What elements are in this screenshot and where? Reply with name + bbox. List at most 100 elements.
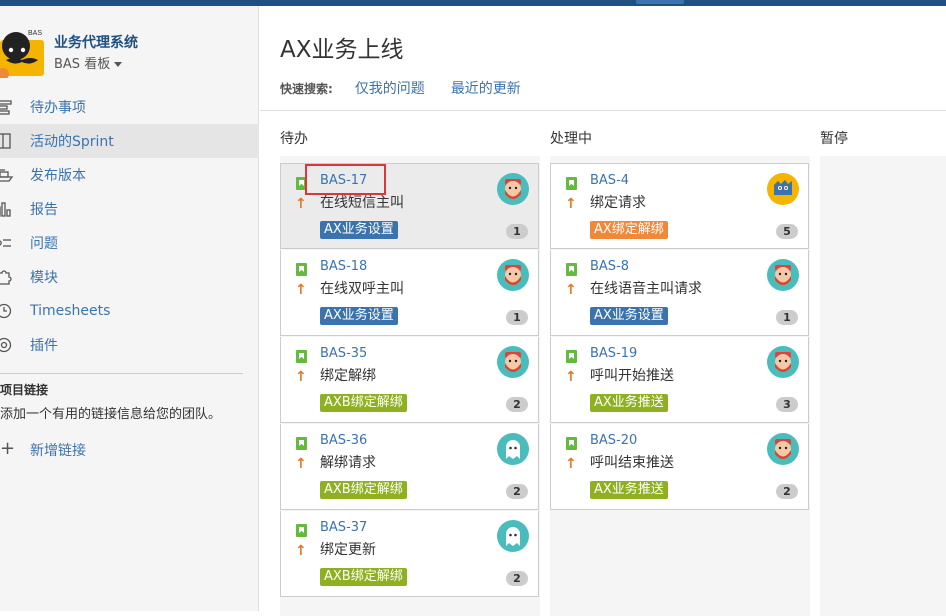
estimate-badge: 1 xyxy=(776,310,798,325)
highlight-box xyxy=(305,164,386,195)
estimate-badge: 2 xyxy=(506,571,528,586)
project-sidebar: BAS 业务代理系统 BAS 看板 待办事项 活动的Sprint 发布版本 报告… xyxy=(0,6,259,611)
story-type-icon xyxy=(566,177,577,190)
issue-card[interactable]: ↑ BAS-37 绑定更新 AXB绑定解绑 2 xyxy=(280,511,539,597)
issue-key[interactable]: BAS-8 xyxy=(590,259,629,274)
sidebar-item-timesheets[interactable]: Timesheets xyxy=(0,294,259,328)
project-name[interactable]: 业务代理系统 xyxy=(54,32,138,52)
sidebar-item-addons[interactable]: 插件 xyxy=(0,328,259,362)
issue-key[interactable]: BAS-35 xyxy=(320,346,367,361)
board-switcher[interactable]: BAS 看板 xyxy=(54,53,123,72)
assignee-avatar[interactable] xyxy=(767,173,799,205)
epic-label[interactable]: AX业务设置 xyxy=(320,307,398,325)
epic-label[interactable]: AXB绑定解绑 xyxy=(320,568,407,586)
issue-card[interactable]: ↑ BAS-19 呼叫开始推送 AX业务推送 3 xyxy=(550,337,809,423)
quick-filter-recently-updated[interactable]: 最近的更新 xyxy=(451,78,521,98)
priority-major-icon: ↑ xyxy=(295,196,307,212)
issue-card[interactable]: ↑ BAS-17 在线短信主叫 AX业务设置 1 xyxy=(280,163,539,249)
plus-icon: + xyxy=(0,438,16,459)
issue-card[interactable]: ↑ BAS-4 绑定请求 AX绑定解绑 5 xyxy=(550,163,809,249)
issue-card[interactable]: ↑ BAS-20 呼叫结束推送 AX业务推送 2 xyxy=(550,424,809,510)
assignee-avatar[interactable] xyxy=(497,520,529,552)
sidebar-item-label: 问题 xyxy=(30,236,58,252)
issue-key[interactable]: BAS-36 xyxy=(320,433,367,448)
priority-major-icon: ↑ xyxy=(295,282,307,298)
sidebar-item-reports[interactable]: 报告 xyxy=(0,192,259,226)
issue-key[interactable]: BAS-37 xyxy=(320,520,367,535)
assignee-avatar[interactable] xyxy=(497,433,529,465)
estimate-badge: 2 xyxy=(506,484,528,499)
quick-filter-label: 快速搜索: xyxy=(280,81,333,96)
assignee-avatar[interactable] xyxy=(497,173,529,205)
issue-summary: 绑定解绑 xyxy=(320,368,376,384)
epic-label[interactable]: AX业务推送 xyxy=(590,481,668,499)
quick-filter-my-issues[interactable]: 仅我的问题 xyxy=(355,78,425,98)
issue-summary: 绑定请求 xyxy=(590,195,646,211)
priority-major-icon: ↑ xyxy=(565,369,577,385)
story-type-icon xyxy=(296,263,307,276)
priority-major-icon: ↑ xyxy=(565,282,577,298)
sidebar-item-label: 待办事项 xyxy=(30,100,86,116)
board-main: AX业务上线 快速搜索: 仅我的问题 最近的更新 待办 处理中 暂停 ↑ BAS-… xyxy=(260,6,946,616)
sidebar-item-label: Timesheets xyxy=(30,303,111,319)
caret-down-icon xyxy=(114,62,123,67)
issue-card[interactable]: ↑ BAS-36 解绑请求 AXB绑定解绑 2 xyxy=(280,424,539,510)
priority-major-icon: ↑ xyxy=(295,456,307,472)
story-type-icon xyxy=(566,437,577,450)
assignee-avatar[interactable] xyxy=(497,346,529,378)
assignee-avatar[interactable] xyxy=(767,346,799,378)
issue-key[interactable]: BAS-18 xyxy=(320,259,367,274)
project-links-description: 添加一个有用的链接信息给您的团队。 xyxy=(0,407,222,422)
sidebar-item-active-sprint[interactable]: 活动的Sprint xyxy=(0,124,259,158)
project-avatar[interactable]: BAS xyxy=(0,26,44,78)
board-title: AX业务上线 xyxy=(280,37,404,63)
issue-key[interactable]: BAS-20 xyxy=(590,433,637,448)
epic-label[interactable]: AXB绑定解绑 xyxy=(320,481,407,499)
assignee-avatar[interactable] xyxy=(767,259,799,291)
sidebar-item-components[interactable]: 模块 xyxy=(0,260,259,294)
issue-card[interactable]: ↑ BAS-18 在线双呼主叫 AX业务设置 1 xyxy=(280,250,539,336)
column-header-in-progress: 处理中 xyxy=(550,131,592,147)
estimate-badge: 2 xyxy=(776,484,798,499)
sidebar-item-label: 模块 xyxy=(30,270,58,286)
issue-key[interactable]: BAS-19 xyxy=(590,346,637,361)
issue-summary: 呼叫结束推送 xyxy=(590,455,674,471)
epic-label[interactable]: AX业务设置 xyxy=(590,307,668,325)
issue-card[interactable]: ↑ BAS-35 绑定解绑 AXB绑定解绑 2 xyxy=(280,337,539,423)
assignee-avatar[interactable] xyxy=(767,433,799,465)
header-separator xyxy=(260,110,946,111)
epic-label[interactable]: AXB绑定解绑 xyxy=(320,394,407,412)
issue-summary: 呼叫开始推送 xyxy=(590,368,674,384)
issue-card[interactable]: ↑ BAS-8 在线语音主叫请求 AX业务设置 1 xyxy=(550,250,809,336)
priority-major-icon: ↑ xyxy=(565,456,577,472)
story-type-icon xyxy=(296,437,307,450)
story-type-icon xyxy=(566,263,577,276)
story-type-icon xyxy=(566,350,577,363)
estimate-badge: 2 xyxy=(506,397,528,412)
estimate-badge: 5 xyxy=(776,224,798,239)
issue-key[interactable]: BAS-4 xyxy=(590,173,629,188)
clock-icon xyxy=(0,303,12,319)
plugin-icon xyxy=(0,337,12,353)
sidebar-item-issues[interactable]: 问题 xyxy=(0,226,259,260)
issues-list-icon xyxy=(0,239,11,247)
project-links-heading: 项目链接 xyxy=(0,383,49,397)
epic-label[interactable]: AX业务推送 xyxy=(590,394,668,412)
sidebar-divider xyxy=(0,373,243,374)
create-button[interactable] xyxy=(636,0,684,4)
sidebar-item-label: 发布版本 xyxy=(30,168,86,184)
column-header-todo: 待办 xyxy=(280,131,308,147)
story-type-icon xyxy=(296,524,307,537)
sidebar-item-releases[interactable]: 发布版本 xyxy=(0,158,259,192)
epic-label[interactable]: AX业务设置 xyxy=(320,221,398,239)
sidebar-item-label: 报告 xyxy=(30,202,58,218)
ship-icon xyxy=(0,169,14,182)
assignee-avatar[interactable] xyxy=(497,259,529,291)
priority-major-icon: ↑ xyxy=(565,196,577,212)
sidebar-item-label: 插件 xyxy=(30,338,58,354)
board-name: BAS 看板 xyxy=(54,57,111,72)
epic-label[interactable]: AX绑定解绑 xyxy=(590,221,668,239)
sprint-board-icon xyxy=(0,133,11,149)
sidebar-item-backlog[interactable]: 待办事项 xyxy=(0,90,259,124)
issue-summary: 在线双呼主叫 xyxy=(320,281,404,297)
